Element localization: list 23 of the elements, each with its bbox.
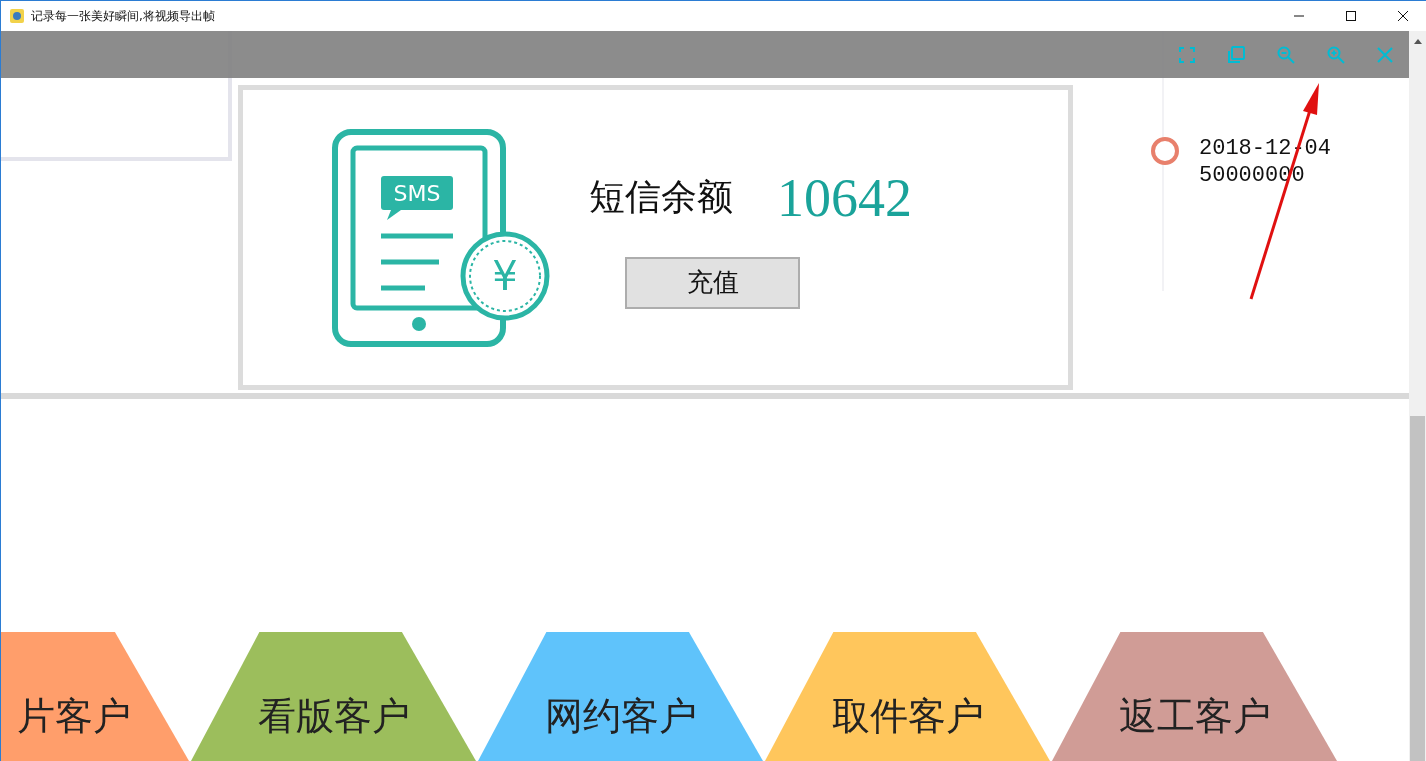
- yen-sign: ¥: [492, 252, 518, 299]
- scrollbar[interactable]: [1409, 31, 1426, 761]
- close-icon[interactable]: [1397, 10, 1409, 22]
- recharge-button[interactable]: 充值: [625, 256, 800, 309]
- customer-tab[interactable]: 网约客户: [478, 632, 763, 761]
- sms-text: SMS: [393, 180, 441, 206]
- app-icon: [9, 8, 25, 24]
- customer-tab[interactable]: 返工客户: [1052, 632, 1337, 761]
- scroll-up-icon[interactable]: [1413, 39, 1422, 44]
- scrollbar-thumb[interactable]: [1410, 416, 1425, 761]
- zoom-out-icon[interactable]: [1277, 45, 1295, 64]
- fullscreen-icon[interactable]: [1179, 46, 1195, 63]
- window-title: 记录每一张美好瞬间,将视频导出帧: [31, 7, 215, 25]
- timeline-dot: [1151, 137, 1179, 165]
- balance-label: 短信余额: [589, 175, 733, 219]
- customer-tab[interactable]: 看版客户: [191, 632, 476, 761]
- customer-tab[interactable]: 片客户: [1, 632, 189, 761]
- zoom-in-icon[interactable]: [1327, 45, 1345, 64]
- customer-tab[interactable]: 取件客户: [765, 632, 1050, 761]
- phone-sms-icon: [332, 128, 550, 347]
- balance-value: 10642: [777, 166, 912, 229]
- maximize-icon[interactable]: [1345, 10, 1357, 22]
- copy-icon[interactable]: [1227, 45, 1245, 64]
